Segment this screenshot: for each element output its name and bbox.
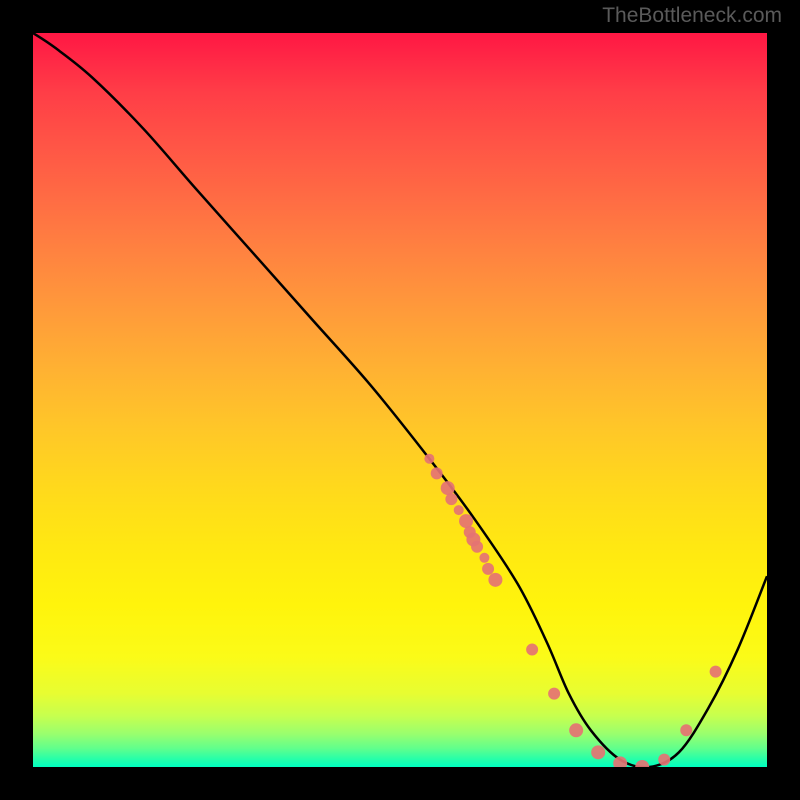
marker-point xyxy=(658,754,670,766)
marker-point xyxy=(591,745,605,759)
marker-point xyxy=(454,505,464,515)
chart-svg xyxy=(33,33,767,767)
marker-point xyxy=(471,541,483,553)
marker-point xyxy=(710,666,722,678)
marker-point xyxy=(445,493,457,505)
marker-point xyxy=(459,514,473,528)
marker-point xyxy=(431,467,443,479)
marker-point xyxy=(548,688,560,700)
marker-point xyxy=(479,553,489,563)
marker-point xyxy=(613,756,627,767)
marker-point xyxy=(424,454,434,464)
marker-point xyxy=(526,644,538,656)
marker-group xyxy=(424,454,721,767)
marker-point xyxy=(482,563,494,575)
chart-gradient-area xyxy=(33,33,767,767)
marker-point xyxy=(441,481,455,495)
watermark-text: TheBottleneck.com xyxy=(602,4,782,28)
marker-point xyxy=(635,760,649,767)
marker-point xyxy=(569,723,583,737)
marker-point xyxy=(680,724,692,736)
marker-point xyxy=(488,573,502,587)
bottleneck-curve xyxy=(33,33,767,767)
